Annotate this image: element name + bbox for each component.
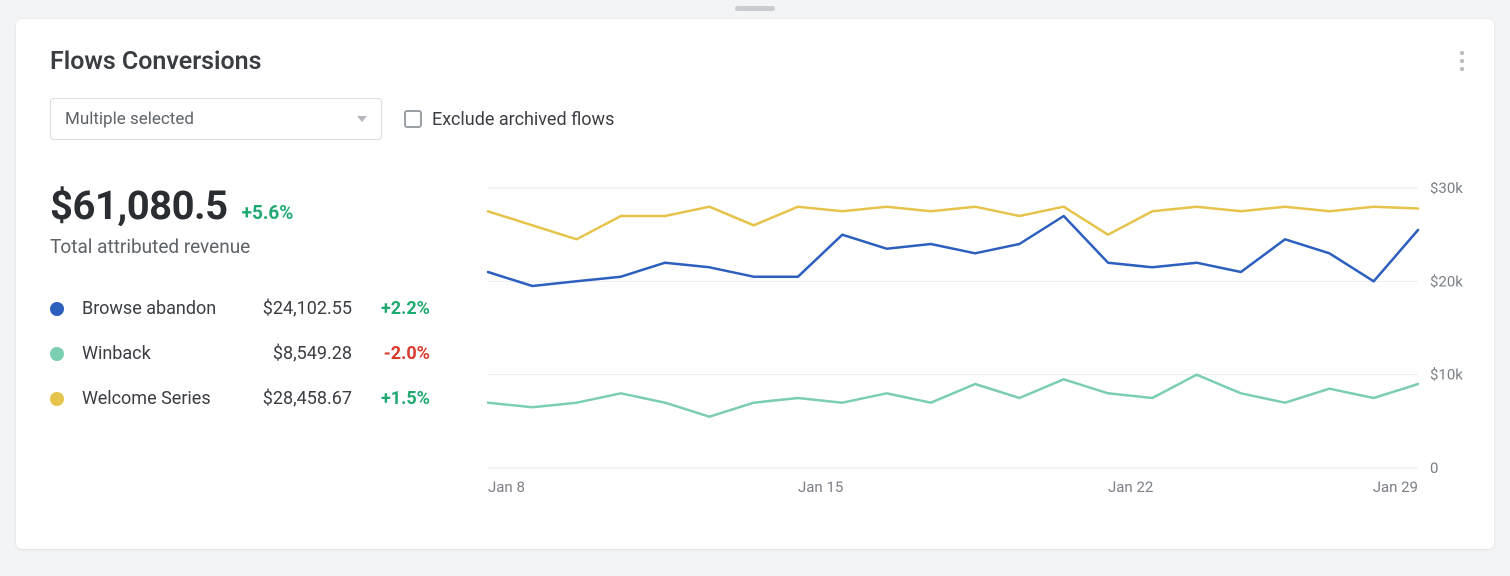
legend-swatch xyxy=(50,392,64,406)
legend-name: Browse abandon xyxy=(82,298,249,319)
total-revenue-change: +5.6% xyxy=(242,201,294,224)
exclude-archived-label: Exclude archived flows xyxy=(432,109,614,130)
flows-select[interactable]: Multiple selected xyxy=(50,98,382,140)
chart-svg: 0 $10k $20k $30k Jan 8 Jan 15 Jan 22 Jan 29 xyxy=(478,182,1478,502)
legend-name: Welcome Series xyxy=(82,388,249,409)
drag-handle[interactable] xyxy=(735,6,775,11)
legend-value: $24,102.55 xyxy=(263,298,352,319)
legend-swatch xyxy=(50,347,64,361)
exclude-archived-checkbox[interactable]: Exclude archived flows xyxy=(404,109,614,130)
summary-panel: $61,080.5 +5.6% Total attributed revenue… xyxy=(50,182,430,502)
svg-text:Jan 8: Jan 8 xyxy=(488,478,525,496)
total-revenue-value: $61,080.5 xyxy=(50,182,228,229)
legend-value: $28,458.67 xyxy=(263,388,352,409)
chevron-down-icon xyxy=(357,116,367,122)
svg-text:Jan 29: Jan 29 xyxy=(1373,478,1418,496)
legend-swatch xyxy=(50,302,64,316)
series-line xyxy=(488,216,1418,286)
card-menu-button[interactable] xyxy=(1456,47,1468,75)
legend-row[interactable]: Winback $8,549.28 -2.0% xyxy=(50,343,430,364)
svg-text:$10k: $10k xyxy=(1430,366,1463,384)
legend-value: $8,549.28 xyxy=(273,343,352,364)
filter-row: Multiple selected Exclude archived flows xyxy=(50,98,1460,140)
card-title: Flows Conversions xyxy=(50,47,1460,76)
legend-change: -2.0% xyxy=(366,343,430,364)
svg-text:$30k: $30k xyxy=(1430,182,1463,197)
svg-text:0: 0 xyxy=(1430,459,1438,477)
legend-change: +2.2% xyxy=(366,298,430,319)
legend-change: +1.5% xyxy=(366,388,430,409)
total-revenue-label: Total attributed revenue xyxy=(50,235,430,258)
legend: Browse abandon $24,102.55 +2.2% Winback $8,5… xyxy=(50,298,430,409)
svg-text:Jan 22: Jan 22 xyxy=(1108,478,1153,496)
series-line xyxy=(488,375,1418,417)
flows-conversions-card: Flows Conversions Multiple selected Excl… xyxy=(16,19,1494,549)
series-line xyxy=(488,207,1418,240)
svg-text:Jan 15: Jan 15 xyxy=(798,478,843,496)
checkbox-icon xyxy=(404,110,422,128)
flows-select-label: Multiple selected xyxy=(65,109,194,129)
svg-text:$20k: $20k xyxy=(1430,272,1463,290)
line-chart: 0 $10k $20k $30k Jan 8 Jan 15 Jan 22 Jan 29 xyxy=(478,182,1478,502)
legend-row[interactable]: Browse abandon $24,102.55 +2.2% xyxy=(50,298,430,319)
legend-name: Winback xyxy=(82,343,259,364)
legend-row[interactable]: Welcome Series $28,458.67 +1.5% xyxy=(50,388,430,409)
